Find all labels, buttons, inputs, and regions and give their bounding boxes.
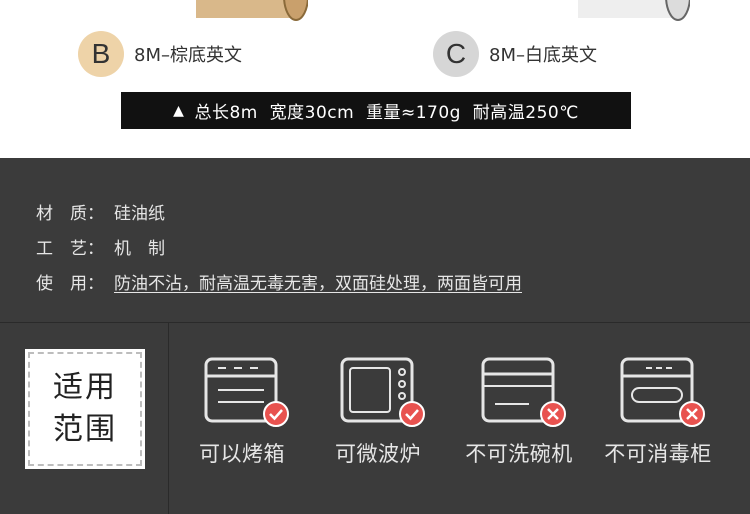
variant-c[interactable]: C 8M–白底英文 bbox=[433, 31, 597, 77]
cross-icon bbox=[540, 401, 566, 427]
attribute-label: 材 质： bbox=[36, 204, 104, 224]
scope-title-box: 适用 范围 bbox=[25, 349, 145, 469]
attribute-label: 工 艺： bbox=[36, 239, 104, 259]
scope-title-line: 适用 bbox=[53, 370, 117, 405]
cross-icon bbox=[679, 401, 705, 427]
paper-roll-brown-image bbox=[196, 0, 308, 21]
scope-title-line: 范围 bbox=[53, 412, 117, 447]
check-icon bbox=[399, 401, 425, 427]
attribute-value: 硅油纸 bbox=[114, 204, 165, 224]
appliance-oven: 可以烤箱 bbox=[172, 356, 312, 468]
triangle-up-icon: ▲ bbox=[173, 102, 185, 119]
attribute-value: 机 制 bbox=[114, 239, 165, 259]
variant-c-badge: C bbox=[433, 31, 479, 77]
attribute-material: 材 质： 硅油纸 bbox=[36, 194, 522, 229]
variant-b[interactable]: B 8M–棕底英文 bbox=[78, 31, 242, 77]
attribute-list: 材 质： 硅油纸 工 艺： 机 制 使 用： 防油不沾，耐高温无毒无害，双面硅处… bbox=[36, 194, 522, 299]
attribute-label: 使 用： bbox=[36, 274, 104, 294]
details-section: 材 质： 硅油纸 工 艺： 机 制 使 用： 防油不沾，耐高温无毒无害，双面硅处… bbox=[0, 158, 750, 514]
appliance-label: 不可消毒柜 bbox=[604, 442, 712, 466]
attribute-value: 防油不沾，耐高温无毒无害，双面硅处理，两面皆可用 bbox=[114, 274, 522, 294]
variant-b-label: 8M–棕底英文 bbox=[134, 45, 242, 66]
divider bbox=[168, 323, 169, 514]
appliance-dishwasher: 不可洗碗机 bbox=[449, 356, 589, 468]
disinfection-cabinet-icon bbox=[620, 357, 705, 427]
spec-text: 总长8m 宽度30cm 重量≈170g 耐高温250℃ bbox=[194, 103, 579, 123]
variant-c-label: 8M–白底英文 bbox=[489, 45, 597, 66]
appliance-microwave: 可微波炉 bbox=[308, 356, 448, 468]
divider bbox=[0, 322, 750, 323]
dishwasher-icon bbox=[481, 357, 566, 427]
check-icon bbox=[263, 401, 289, 427]
oven-icon bbox=[204, 357, 289, 427]
variant-b-badge: B bbox=[78, 31, 124, 77]
appliance-label: 不可洗碗机 bbox=[465, 442, 573, 466]
appliance-label: 可微波炉 bbox=[335, 442, 421, 466]
appliance-disinfection-cabinet: 不可消毒柜 bbox=[588, 356, 728, 468]
attribute-process: 工 艺： 机 制 bbox=[36, 229, 522, 264]
microwave-icon bbox=[340, 357, 425, 427]
paper-roll-white-image bbox=[578, 0, 690, 21]
appliance-label: 可以烤箱 bbox=[199, 442, 285, 466]
product-variants-section: B 8M–棕底英文 C 8M–白底英文 ▲ 总长8m 宽度30cm 重量≈170… bbox=[0, 0, 750, 158]
spec-bar: ▲ 总长8m 宽度30cm 重量≈170g 耐高温250℃ bbox=[121, 92, 631, 129]
attribute-usage: 使 用： 防油不沾，耐高温无毒无害，双面硅处理，两面皆可用 bbox=[36, 264, 522, 299]
